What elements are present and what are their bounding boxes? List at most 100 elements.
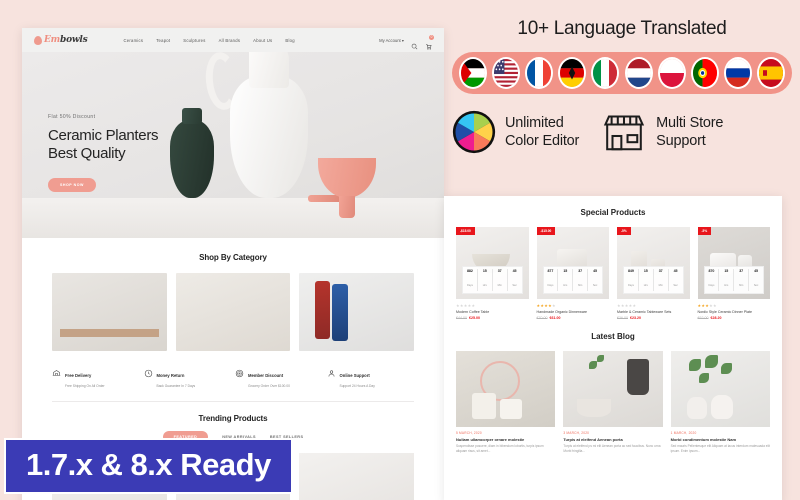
hero-copy: Flat 50% Discount Ceramic Planters Best … bbox=[48, 114, 159, 192]
nav-item-about-us[interactable]: About Us bbox=[253, 38, 272, 43]
service-item: Free Delivery Free Shipping On All Order bbox=[52, 364, 140, 388]
nav-item-teapot[interactable]: Teapot bbox=[156, 38, 170, 43]
timer-min-label: Min bbox=[497, 284, 502, 287]
service-item: Online Support Support 24 Hours A Day bbox=[327, 364, 415, 388]
italy-flag[interactable] bbox=[591, 57, 620, 89]
site-logo[interactable]: Embowls bbox=[34, 35, 88, 45]
product-name[interactable]: Marble & Ceramic Tableware Sets bbox=[617, 310, 690, 314]
blog-row: 5 MARCH, 2020 Nullam ullamcorper ornare … bbox=[456, 351, 770, 453]
search-icon[interactable] bbox=[411, 37, 418, 49]
countdown-timer: 849 Days 15 Hrs 37 Min 45 Sec bbox=[623, 266, 684, 294]
timer-days-label: Days bbox=[627, 284, 634, 287]
netherlands-flag[interactable] bbox=[624, 57, 653, 89]
product-new-price: €23.20 bbox=[630, 316, 641, 321]
product-name[interactable]: Handmade Organic Dinnerware bbox=[537, 310, 610, 314]
germany-flag[interactable] bbox=[558, 57, 587, 89]
timer-min-value: 37 bbox=[578, 269, 583, 273]
blog-excerpt: Suspendisse posuere, diam in bibendum lo… bbox=[456, 444, 544, 453]
product-image: -5% 849 Days 15 Hrs 37 Min 45 Sec bbox=[617, 227, 690, 299]
category-card-row bbox=[52, 273, 415, 351]
language-flag-bar bbox=[452, 52, 792, 94]
header-actions: My Account ▾ 0 bbox=[379, 34, 434, 50]
timer-min-label: Min bbox=[739, 284, 744, 287]
sale-badge: -$15.00 bbox=[536, 227, 556, 235]
timer-min-value: 37 bbox=[658, 269, 663, 273]
service-subtitle: Support 24 Hours A Day bbox=[339, 383, 375, 388]
special-product-card[interactable]: -5% 849 Days 15 Hrs 37 Min 45 Sec ★★★★★ Marb… bbox=[617, 227, 690, 320]
hero-title-line2: Best Quality bbox=[48, 145, 126, 163]
pink-bowl-shape bbox=[318, 158, 376, 218]
blog-date: 3 MARCH, 2020 bbox=[563, 431, 590, 436]
timer-min-label: Min bbox=[578, 284, 583, 287]
money-return-icon bbox=[144, 365, 153, 378]
blog-card[interactable]: 5 MARCH, 2020 Nullam ullamcorper ornare … bbox=[456, 351, 556, 453]
russia-flag[interactable] bbox=[723, 57, 752, 89]
blog-image bbox=[670, 351, 770, 428]
category-card[interactable] bbox=[299, 273, 415, 351]
sale-badge: -$15.00 bbox=[456, 227, 475, 235]
blog-post-title[interactable]: Nullam ullamcorper ornare molestie bbox=[456, 437, 555, 442]
product-price: €44.00 €25.00 bbox=[456, 316, 529, 320]
service-subtitle: Grocery Order Over $100.00 bbox=[248, 383, 290, 388]
timer-days-label: Days bbox=[708, 284, 715, 287]
timer-hrs-label: Hrs bbox=[482, 284, 487, 287]
special-products-title: Special Products bbox=[580, 208, 646, 217]
timer-sec-label: Sec bbox=[673, 284, 678, 287]
hero-table-surface bbox=[22, 198, 444, 238]
nav-item-sculptures[interactable]: Sculptures bbox=[183, 38, 205, 43]
feature-label-line2: Support bbox=[656, 133, 706, 149]
usa-flag[interactable] bbox=[492, 57, 521, 89]
promo-headline: 10+ Language Translated bbox=[517, 18, 727, 39]
product-name[interactable]: Nordic Style Ceramic Dinner Plate bbox=[698, 310, 771, 314]
timer-hrs-label: Hrs bbox=[724, 284, 729, 287]
trending-products-title: Trending Products bbox=[198, 413, 268, 423]
spain-flag[interactable] bbox=[756, 57, 785, 89]
blog-post-title[interactable]: Turpis at eleifend Aenean porta bbox=[563, 437, 662, 442]
blog-post-title[interactable]: Morbi condimentum molestie Nam bbox=[671, 437, 770, 442]
rating-stars: ★★★★★ bbox=[536, 303, 556, 308]
color-wheel-icon bbox=[452, 110, 496, 156]
nav-item-blog[interactable]: Blog bbox=[285, 38, 294, 43]
special-product-card[interactable]: -5% 870 Days 15 Hrs 37 Min 45 Sec ★★★★★ Nord… bbox=[697, 227, 771, 320]
service-title: Money Return bbox=[156, 373, 185, 378]
feature-multi-store-support: Multi Store Support bbox=[601, 113, 723, 153]
countdown-timer: 877 Days 15 Hrs 37 Min 45 Sec bbox=[542, 266, 603, 294]
nav-item-all-brands[interactable]: All Brands bbox=[219, 38, 241, 43]
shop-by-category-section: Shop By Category bbox=[22, 238, 444, 351]
main-navigation[interactable]: Ceramics Teapot Sculptures All Brands Ab… bbox=[124, 38, 295, 43]
account-menu[interactable]: My Account ▾ bbox=[379, 38, 404, 43]
product-name[interactable]: Modern Coffee Table bbox=[456, 310, 529, 314]
special-product-card[interactable]: -$15.00 877 Days 15 Hrs 37 Min 45 Sec ★★★★★ … bbox=[536, 227, 610, 320]
category-card[interactable] bbox=[175, 273, 291, 351]
account-label: My Account bbox=[379, 37, 401, 43]
white-jug-shape bbox=[230, 52, 308, 198]
hero-title-line1: Ceramic Planters bbox=[48, 127, 159, 144]
blog-card[interactable]: 1 MARCH, 2020 Morbi condimentum molestie… bbox=[670, 351, 770, 453]
timer-hrs-value: 15 bbox=[563, 269, 568, 273]
service-subtitle: Free Shipping On All Order bbox=[65, 383, 105, 388]
shop-now-button[interactable]: SHOP NOW bbox=[48, 177, 96, 192]
service-title: Online Support bbox=[339, 373, 370, 378]
france-flag[interactable] bbox=[525, 57, 554, 89]
services-strip: Free Delivery Free Shipping On All Order… bbox=[22, 351, 444, 388]
category-card[interactable] bbox=[52, 273, 167, 351]
poland-flag[interactable] bbox=[657, 57, 686, 89]
cart-icon[interactable]: 0 bbox=[425, 34, 434, 50]
product-card[interactable] bbox=[299, 452, 415, 500]
palestine-flag[interactable] bbox=[459, 57, 487, 89]
blog-card[interactable]: 3 MARCH, 2020 Turpis at eleifend Aenean … bbox=[563, 351, 663, 453]
nav-item-ceramics[interactable]: Ceramics bbox=[124, 38, 144, 43]
shop-by-category-title: Shop By Category bbox=[199, 253, 267, 262]
portugal-flag[interactable] bbox=[690, 57, 719, 89]
feature-label-line2: Color Editor bbox=[505, 133, 580, 149]
logo-text-first: Em bbox=[44, 35, 60, 45]
service-title: Free Delivery bbox=[65, 373, 92, 378]
special-product-card[interactable]: -$15.00 882 Days 15 Hrs 37 Min 45 Sec ★★★★★ … bbox=[456, 227, 529, 320]
timer-days-label: Days bbox=[466, 284, 473, 287]
product-price: €62.00 €28.20 bbox=[698, 316, 771, 320]
hero-banner: Flat 50% Discount Ceramic Planters Best … bbox=[22, 52, 444, 238]
timer-sec-label: Sec bbox=[753, 284, 759, 287]
rating-stars: ★★★★★ bbox=[617, 303, 637, 308]
product-image: -$15.00 882 Days 15 Hrs 37 Min 45 Sec bbox=[456, 227, 529, 299]
rating-stars: ★★★★★ bbox=[456, 303, 476, 308]
